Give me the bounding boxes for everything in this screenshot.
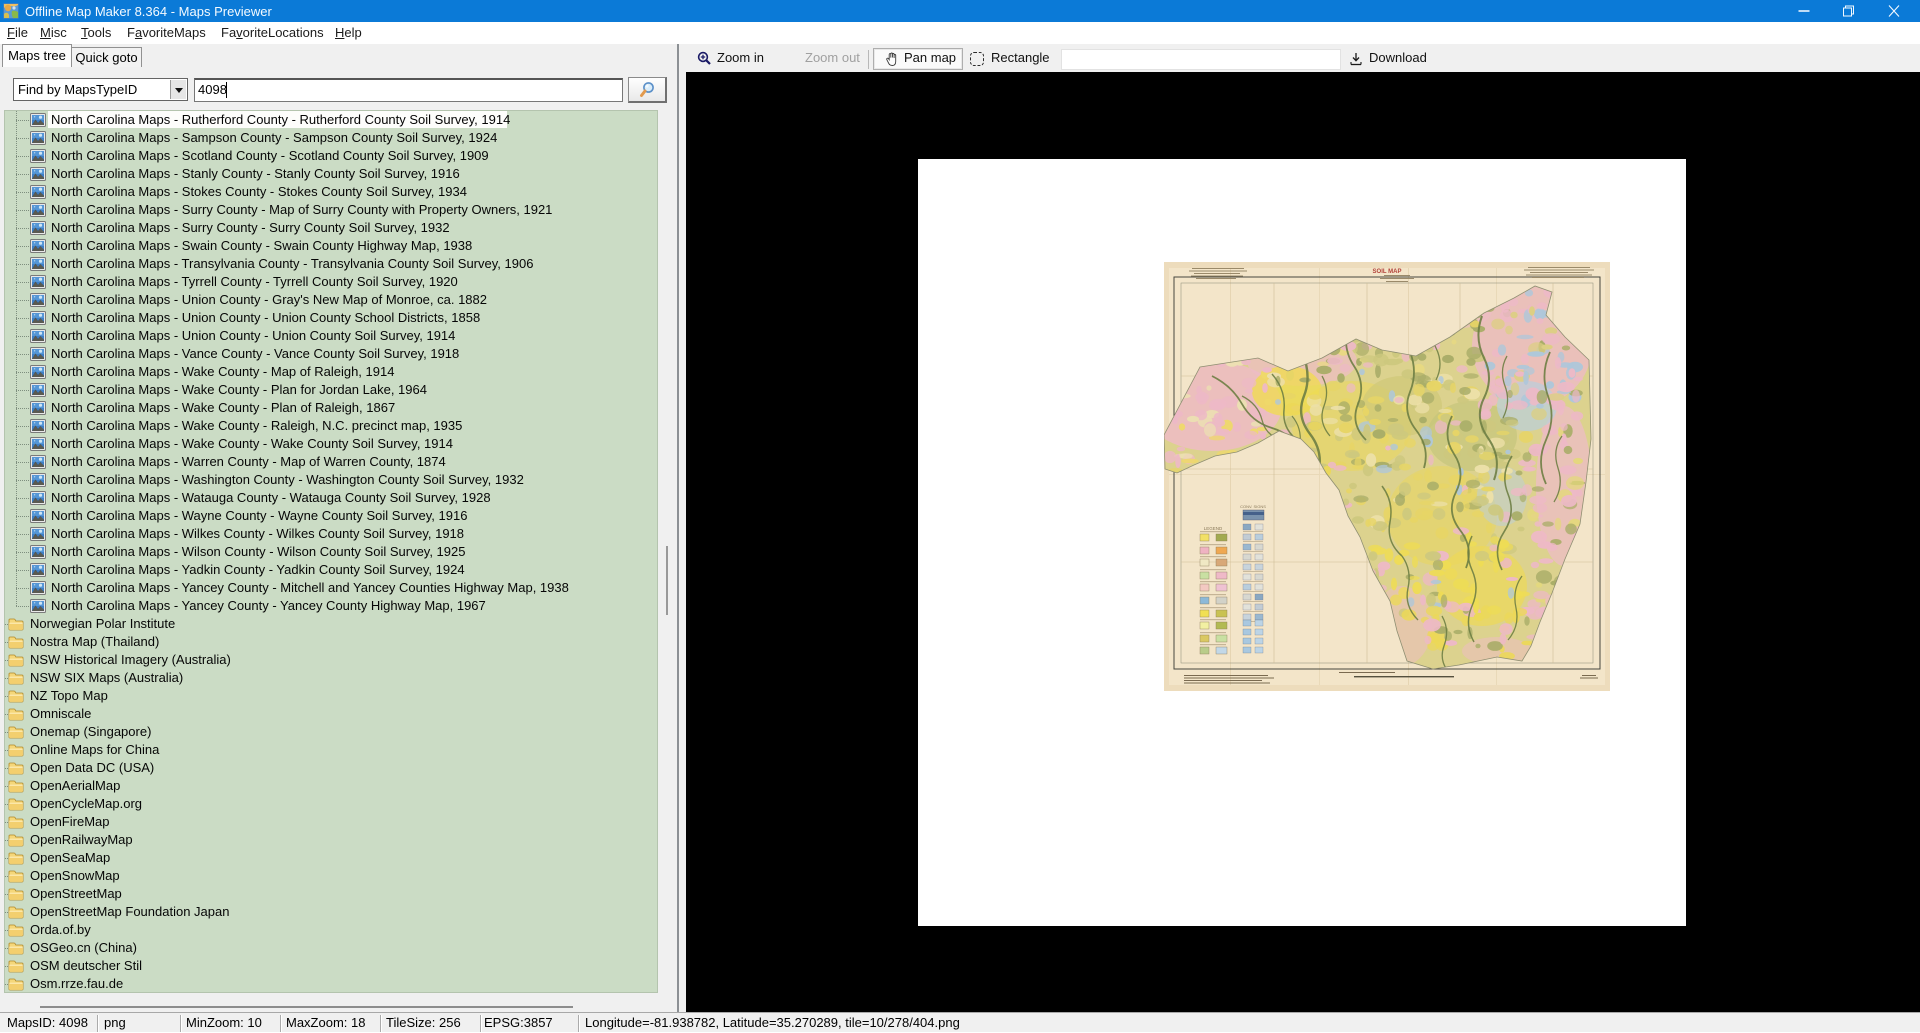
- svg-text:LEGEND: LEGEND: [1204, 526, 1223, 531]
- svg-text:CONV. SIGNS: CONV. SIGNS: [1240, 504, 1266, 509]
- svg-text:SOIL MAP: SOIL MAP: [1373, 269, 1402, 275]
